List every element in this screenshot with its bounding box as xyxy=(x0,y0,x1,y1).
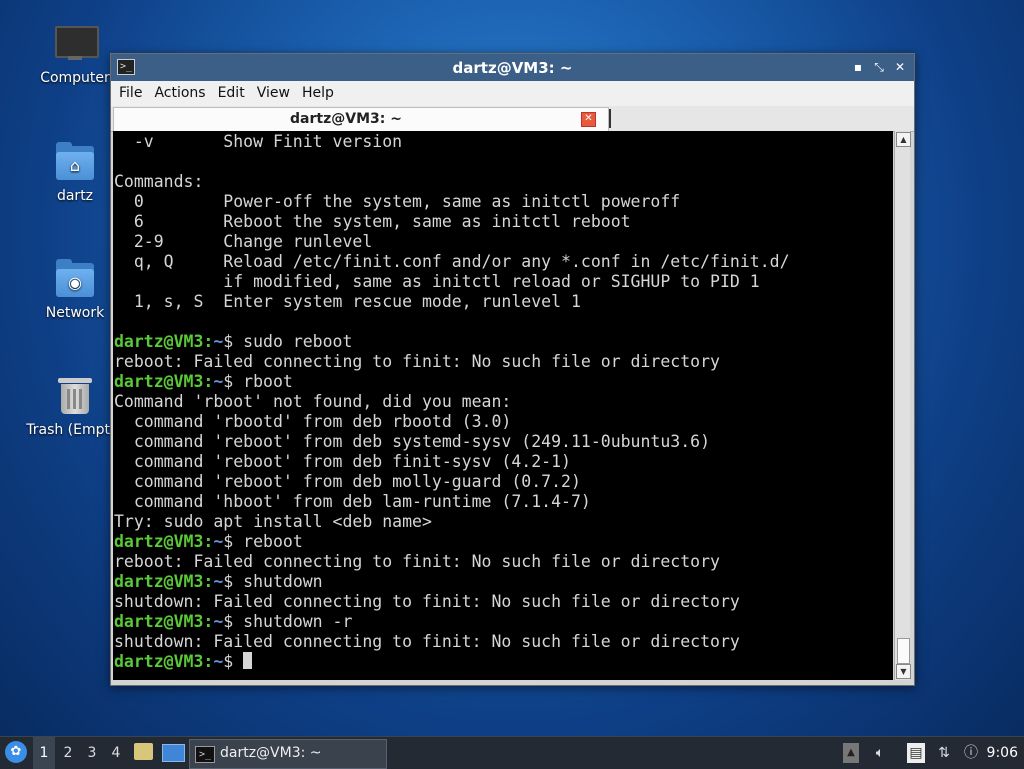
volume-icon[interactable]: 🔈︎ xyxy=(871,743,889,763)
network-status-icon[interactable]: ⇅ xyxy=(935,743,953,763)
command-text: $ reboot xyxy=(223,532,303,551)
prompt-path: ~ xyxy=(213,612,224,631)
trash-icon xyxy=(54,376,96,416)
terminal-output-line: Commands: xyxy=(114,172,204,191)
prompt-path: ~ xyxy=(213,652,224,671)
tab-bar: dartz@VM3: ~ ✕ xyxy=(111,106,914,132)
terminal-output-line: command 'reboot' from deb molly-guard (0… xyxy=(114,472,581,491)
menu-edit[interactable]: Edit xyxy=(212,81,251,106)
terminal-command-line: dartz@VM3:~$ shutdown xyxy=(114,572,893,592)
menu-actions[interactable]: Actions xyxy=(148,81,211,106)
maximize-button[interactable]: ⤡ xyxy=(871,59,887,75)
workspace-4[interactable]: 4 xyxy=(105,737,127,769)
window-title: dartz@VM3: ~ xyxy=(452,59,573,77)
menu-help[interactable]: Help xyxy=(296,81,340,106)
prompt-path: ~ xyxy=(213,372,224,391)
terminal-output-line: command 'reboot' from deb systemd-sysv (… xyxy=(114,432,711,451)
command-text: $ shutdown -r xyxy=(223,612,353,631)
terminal-text: -v Show Finit version Commands: 0 Power-… xyxy=(113,131,893,672)
terminal-output[interactable]: -v Show Finit version Commands: 0 Power-… xyxy=(113,131,893,680)
text-cursor[interactable] xyxy=(243,652,253,669)
terminal-command-line: dartz@VM3:~$ reboot xyxy=(114,532,893,552)
home-folder-icon: ⌂ xyxy=(54,142,96,182)
scroll-down-icon[interactable]: ▼ xyxy=(896,664,911,679)
clock[interactable]: 9:06 xyxy=(987,737,1018,769)
start-menu-icon[interactable]: ✿ xyxy=(5,741,27,763)
file-manager-icon[interactable] xyxy=(134,743,153,760)
terminal-output-line: Try: sudo apt install <deb name> xyxy=(114,512,432,531)
computer-icon xyxy=(54,24,99,64)
terminal-output-line: 0 Power-off the system, same as initctl … xyxy=(114,192,681,211)
minimize-button[interactable]: ▪ xyxy=(850,59,866,75)
prompt-path: ~ xyxy=(213,572,224,591)
terminal-output-line: -v Show Finit version xyxy=(114,132,403,151)
prompt-path: ~ xyxy=(213,332,224,351)
workspace-2[interactable]: 2 xyxy=(57,737,79,769)
taskbar-task-label: dartz@VM3: ~ xyxy=(220,745,322,761)
eject-icon[interactable]: ▲ xyxy=(843,743,859,763)
update-notifier-icon[interactable]: ⓘ xyxy=(962,743,980,763)
tab-close-icon[interactable]: ✕ xyxy=(581,112,596,127)
tab-terminal[interactable]: dartz@VM3: ~ ✕ xyxy=(113,107,609,131)
command-text: $ sudo reboot xyxy=(223,332,353,351)
scrollbar-thumb[interactable] xyxy=(897,638,910,664)
tab-separator xyxy=(609,109,611,128)
workspace-1[interactable]: 1 xyxy=(33,737,55,769)
show-desktop-icon[interactable] xyxy=(162,744,185,762)
workspace-3[interactable]: 3 xyxy=(81,737,103,769)
command-text: $ shutdown xyxy=(223,572,323,591)
clipboard-icon[interactable]: ▤ xyxy=(907,743,925,763)
terminal-input-line: dartz@VM3:~$ xyxy=(114,652,893,672)
tab-label: dartz@VM3: ~ xyxy=(290,111,402,127)
window-titlebar[interactable]: >_ dartz@VM3: ~ ▪ ⤡ ✕ xyxy=(111,54,914,81)
prompt-user: dartz@VM3: xyxy=(114,572,214,591)
terminal-command-line: dartz@VM3:~$ shutdown -r xyxy=(114,612,893,632)
terminal-window: >_ dartz@VM3: ~ ▪ ⤡ ✕ File Actions Edit Vie… xyxy=(110,53,915,686)
terminal-output-line: Command 'rboot' not found, did you mean: xyxy=(114,392,512,411)
terminal-output-line: reboot: Failed connecting to finit: No s… xyxy=(114,352,720,371)
terminal-output-line: reboot: Failed connecting to finit: No s… xyxy=(114,552,720,571)
terminal-command-line: dartz@VM3:~$ sudo reboot xyxy=(114,332,893,352)
terminal-output-line: command 'rbootd' from deb rbootd (3.0) xyxy=(114,412,512,431)
terminal-output-line: if modified, same as initctl reload or S… xyxy=(114,272,760,291)
terminal-output-line: command 'reboot' from deb finit-sysv (4.… xyxy=(114,452,571,471)
terminal-output-line: shutdown: Failed connecting to finit: No… xyxy=(114,632,740,651)
menu-view[interactable]: View xyxy=(251,81,296,106)
terminal-output-line: q, Q Reload /etc/finit.conf and/or any *… xyxy=(114,252,790,271)
terminal-output-line: command 'hboot' from deb lam-runtime (7.… xyxy=(114,492,591,511)
prompt-user: dartz@VM3: xyxy=(114,372,214,391)
prompt-path: ~ xyxy=(213,532,224,551)
taskbar-task-terminal[interactable]: >_ dartz@VM3: ~ xyxy=(189,739,387,769)
menu-bar: File Actions Edit View Help xyxy=(111,81,914,107)
terminal-output-line: 2-9 Change runlevel xyxy=(114,232,373,251)
terminal-output-line: 1, s, S Enter system rescue mode, runlev… xyxy=(114,292,581,311)
scroll-up-icon[interactable]: ▲ xyxy=(896,132,911,147)
prompt-user: dartz@VM3: xyxy=(114,612,214,631)
command-text: $ rboot xyxy=(223,372,293,391)
terminal-output-line: shutdown: Failed connecting to finit: No… xyxy=(114,592,740,611)
close-button[interactable]: ✕ xyxy=(892,59,908,75)
prompt-user: dartz@VM3: xyxy=(114,652,214,671)
taskbar: ✿ 1 2 3 4 >_ dartz@VM3: ~ ▲ 🔈︎ ▤ ⇅ ⓘ 9:0… xyxy=(0,736,1024,769)
terminal-icon: >_ xyxy=(195,746,215,763)
menu-file[interactable]: File xyxy=(113,81,148,106)
prompt-user: dartz@VM3: xyxy=(114,332,214,351)
terminal-scrollbar[interactable]: ▲ ▼ xyxy=(894,131,911,680)
terminal-output-line: 6 Reboot the system, same as initctl reb… xyxy=(114,212,631,231)
network-icon: ◉ xyxy=(54,259,96,299)
terminal-command-line: dartz@VM3:~$ rboot xyxy=(114,372,893,392)
prompt-user: dartz@VM3: xyxy=(114,532,214,551)
command-text: $ xyxy=(223,652,244,671)
